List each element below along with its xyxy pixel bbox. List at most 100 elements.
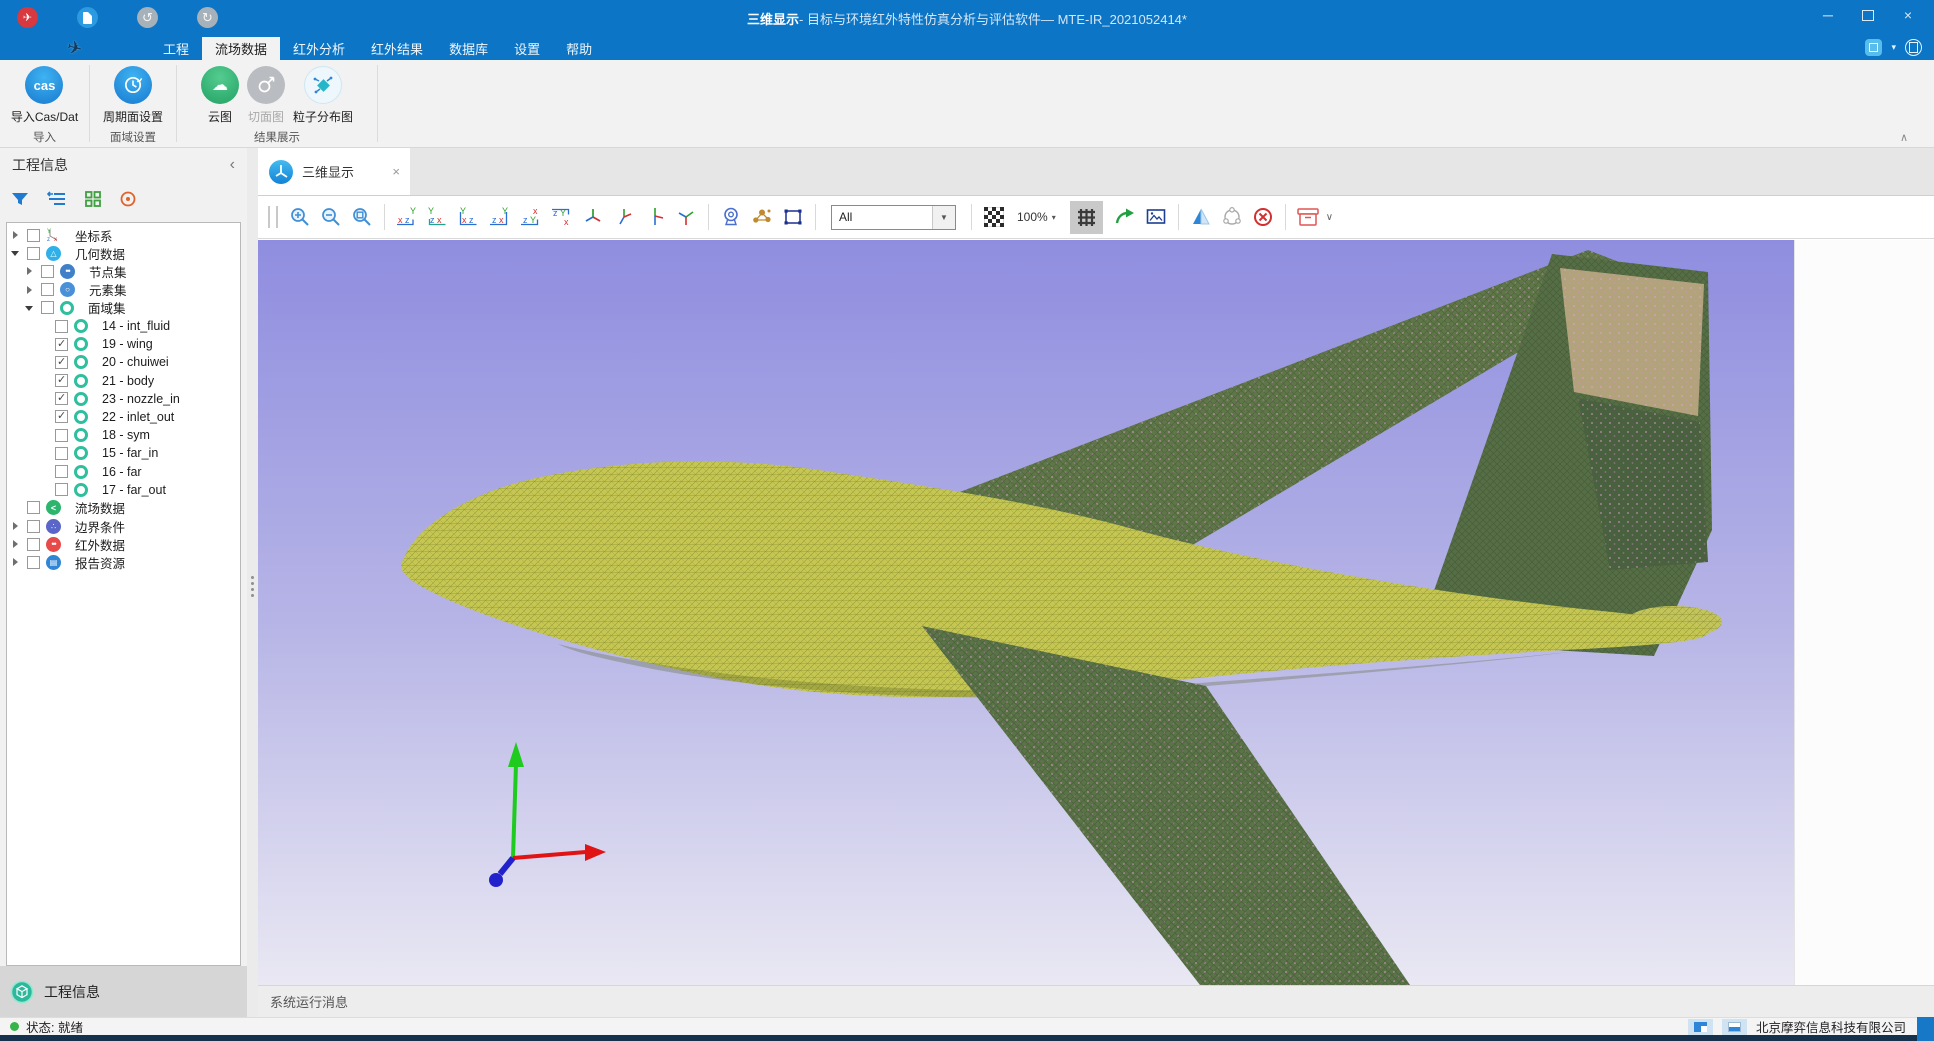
expander-icon[interactable] [10, 229, 22, 241]
checkbox[interactable] [27, 556, 40, 569]
box-select-icon[interactable] [780, 204, 806, 230]
panel-splitter[interactable] [247, 148, 258, 1017]
view-top-icon[interactable]: zYx [518, 204, 544, 230]
tree-item-coordinate-system[interactable]: Yzx 坐标系 [7, 226, 240, 244]
close-icon[interactable]: × [1888, 0, 1928, 30]
menu-item-settings[interactable]: 设置 [501, 37, 553, 60]
tree-item-surface[interactable]: 16 - far [7, 462, 240, 480]
tree-item-geometry-data[interactable]: 几何数据 [7, 244, 240, 262]
tree-item-boundary-condition[interactable]: 边界条件 [7, 517, 240, 535]
expander-icon[interactable] [10, 538, 22, 550]
region-filter-select[interactable]: All ▼ [831, 205, 956, 230]
checkbox[interactable] [27, 520, 40, 533]
tree-item-infrared-data[interactable]: 红外数据 [7, 535, 240, 553]
checkbox[interactable] [55, 356, 68, 369]
tree-item-surface[interactable]: 18 - sym [7, 426, 240, 444]
layout-toggle-2-icon[interactable] [1722, 1019, 1747, 1035]
help-manual-icon[interactable] [1905, 39, 1922, 56]
periodic-face-button[interactable]: 周期面设置 [100, 64, 166, 125]
export-arrow-icon[interactable] [1112, 204, 1138, 230]
ribbon-collapse-icon[interactable]: ∧ [1900, 131, 1908, 144]
probe-camera-icon[interactable] [718, 204, 744, 230]
style-chip-icon[interactable] [1865, 39, 1882, 56]
view-right-icon[interactable]: zxY [487, 204, 513, 230]
particle-distribution-button[interactable]: 粒子分布图 [290, 64, 356, 125]
transparency-checker-icon[interactable] [981, 204, 1007, 230]
tab-close-icon[interactable]: × [392, 164, 400, 179]
tree-item-surface[interactable]: 22 - inlet_out [7, 408, 240, 426]
viewport-3d[interactable] [258, 240, 1794, 985]
checkbox[interactable] [55, 447, 68, 460]
grid-view-icon[interactable] [84, 190, 102, 208]
menu-item-flowfield[interactable]: 流场数据 [202, 37, 280, 60]
app-launch-icon[interactable]: ✈ [17, 7, 38, 28]
new-document-icon[interactable] [77, 7, 98, 28]
locate-target-icon[interactable] [119, 190, 137, 208]
tree-item-surface[interactable]: 20 - chuiwei [7, 353, 240, 371]
checkbox[interactable] [27, 247, 40, 260]
contour-cloud-button[interactable]: ☁ 云图 [198, 64, 242, 125]
checkbox[interactable] [55, 338, 68, 351]
tree-item-surface[interactable]: 15 - far_in [7, 444, 240, 462]
checkbox[interactable] [55, 320, 68, 333]
archive-caret-icon[interactable]: ∨ [1326, 212, 1333, 223]
tree-item-node-set[interactable]: 节点集 [7, 262, 240, 280]
tree-item-report-resource[interactable]: 报告资源 [7, 553, 240, 571]
tree-item-surface[interactable]: 23 - nozzle_in [7, 390, 240, 408]
view-back-icon[interactable]: zxY [425, 204, 451, 230]
tree-item-surface[interactable]: 21 - body [7, 372, 240, 390]
zoom-fit-icon[interactable] [349, 204, 375, 230]
mirror-icon[interactable] [1188, 204, 1214, 230]
checkbox[interactable] [41, 283, 54, 296]
minimize-icon[interactable]: ─ [1808, 0, 1848, 30]
layout-toggle-1-icon[interactable] [1688, 1019, 1713, 1035]
mesh-grid-toggle[interactable] [1070, 201, 1103, 234]
zoom-out-icon[interactable] [318, 204, 344, 230]
expander-icon[interactable] [10, 556, 22, 568]
panel-bottom-tab[interactable]: 工程信息 [0, 966, 247, 1017]
collapse-list-icon[interactable] [47, 190, 67, 208]
checkbox[interactable] [55, 410, 68, 423]
import-cas-dat-button[interactable]: cas 导入Cas/Dat [8, 64, 81, 125]
checkbox[interactable] [55, 429, 68, 442]
tree-item-surface[interactable]: 17 - far_out [7, 481, 240, 499]
iso-view-2-icon[interactable] [611, 204, 637, 230]
menu-item-help[interactable]: 帮助 [553, 37, 605, 60]
view-left-icon[interactable]: xzY [456, 204, 482, 230]
checkbox[interactable] [41, 265, 54, 278]
expander-icon[interactable] [10, 520, 22, 532]
checkbox[interactable] [41, 301, 54, 314]
menu-item-database[interactable]: 数据库 [436, 37, 501, 60]
tree-item-surface[interactable]: 14 - int_fluid [7, 317, 240, 335]
aircraft-mesh-model[interactable] [258, 240, 1794, 985]
iso-view-4-icon[interactable] [673, 204, 699, 230]
expander-icon[interactable] [24, 284, 36, 296]
tree-item-surface[interactable]: 19 - wing [7, 335, 240, 353]
checkbox[interactable] [27, 538, 40, 551]
filter-icon[interactable] [10, 190, 30, 208]
checkbox[interactable] [55, 483, 68, 496]
view-front-icon[interactable]: xzY [394, 204, 420, 230]
snapshot-icon[interactable] [1143, 204, 1169, 230]
expander-icon[interactable] [24, 302, 36, 314]
checkbox[interactable] [55, 392, 68, 405]
near-wing[interactable] [922, 626, 1410, 985]
combo-dropdown-icon[interactable]: ▼ [932, 206, 955, 229]
dropdown-caret-icon[interactable]: ▾ [1891, 42, 1896, 53]
undo-icon[interactable]: ↺ [137, 7, 158, 28]
checkbox[interactable] [55, 374, 68, 387]
archive-box-icon[interactable] [1295, 204, 1321, 230]
expander-icon[interactable] [24, 265, 36, 277]
opacity-zoom-dropdown[interactable]: 100%▾ [1017, 210, 1056, 224]
tree-item-flow-data[interactable]: 流场数据 [7, 499, 240, 517]
toolbar-grip[interactable] [268, 206, 278, 228]
zoom-in-icon[interactable] [287, 204, 313, 230]
menu-item-engineering[interactable]: 工程 [150, 37, 202, 60]
checkbox[interactable] [55, 465, 68, 478]
menu-item-ir-analysis[interactable]: 红外分析 [280, 37, 358, 60]
checkbox[interactable] [27, 229, 40, 242]
tab-3d-display[interactable]: 三维显示 × [258, 148, 410, 195]
iso-view-1-icon[interactable] [580, 204, 606, 230]
iso-view-3-icon[interactable] [642, 204, 668, 230]
menu-item-ir-results[interactable]: 红外结果 [358, 37, 436, 60]
